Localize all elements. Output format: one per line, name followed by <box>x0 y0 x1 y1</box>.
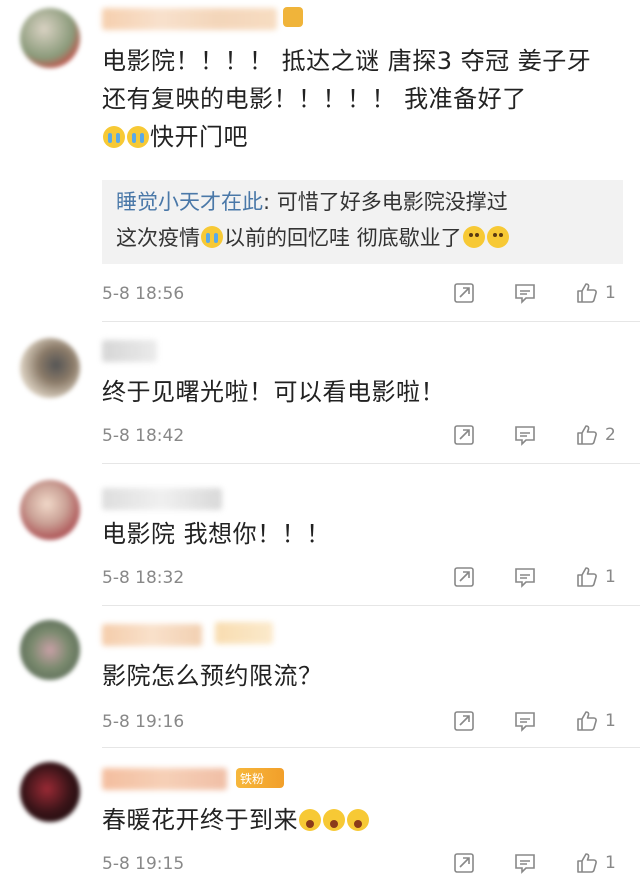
like-count: 1 <box>605 711 616 731</box>
like-count: 2 <box>605 425 616 445</box>
comment-text: 电影院！！！！ 抵达之谜 唐探3 夺冠 姜子牙 还有复映的电影！！！！！ 我准备… <box>102 47 592 151</box>
username-blurred[interactable] <box>102 340 157 362</box>
like-count: 1 <box>605 853 616 873</box>
comment-item: 电影院！！！！ 抵达之谜 唐探3 夺冠 姜子牙 还有复映的电影！！！！！ 我准备… <box>0 0 640 322</box>
comment-icon <box>515 568 535 588</box>
crying-emoji-icon <box>127 126 149 148</box>
username-blurred[interactable] <box>102 768 227 790</box>
comment-text: 影院怎么预约限流？ <box>102 662 323 690</box>
shocked-emoji-icon <box>299 809 321 831</box>
like-icon <box>577 711 597 731</box>
comment-button[interactable] <box>513 565 537 589</box>
comment-item: 铁粉 春暖花开终于到来 5-8 19:15 1 <box>0 748 640 875</box>
eye-roll-emoji-icon <box>486 226 509 248</box>
comment-text: 春暖花开终于到来 <box>102 801 622 839</box>
share-icon <box>454 425 474 445</box>
comment-button[interactable] <box>513 851 537 875</box>
shocked-emoji-icon <box>347 809 369 831</box>
username-blurred[interactable] <box>102 624 202 646</box>
comment-item: 电影院 我想你！！！ 5-8 18:32 1 <box>0 464 640 606</box>
share-icon <box>454 853 474 873</box>
share-button[interactable] <box>452 565 476 589</box>
share-icon <box>454 567 474 587</box>
like-icon <box>577 425 597 445</box>
like-button[interactable]: 1 <box>575 851 616 875</box>
comment-text: 终于见曙光啦！可以看电影啦！ <box>102 378 445 406</box>
reply-preview[interactable]: 睡觉小天才在此: 可惜了好多电影院没撑过 这次疫情 以前的回忆哇 彻底歇业了 <box>102 180 623 264</box>
avatar[interactable] <box>20 338 80 398</box>
like-count: 1 <box>605 283 616 303</box>
like-icon <box>577 567 597 587</box>
like-button[interactable]: 1 <box>575 709 616 733</box>
timestamp: 5-8 19:16 <box>102 712 185 732</box>
share-button[interactable] <box>452 281 476 305</box>
comment-button[interactable] <box>513 423 537 447</box>
share-icon <box>454 711 474 731</box>
like-button[interactable]: 1 <box>575 281 616 305</box>
timestamp: 5-8 18:32 <box>102 568 185 588</box>
crying-emoji-icon <box>201 226 223 248</box>
comment-icon <box>515 854 535 874</box>
shocked-emoji-icon <box>323 809 345 831</box>
comment-item: 影院怎么预约限流？ 5-8 19:16 1 <box>0 606 640 748</box>
comment-button[interactable] <box>513 281 537 305</box>
comment-icon <box>515 712 535 732</box>
share-button[interactable] <box>452 851 476 875</box>
username-blurred[interactable] <box>102 488 222 510</box>
like-button[interactable]: 1 <box>575 565 616 589</box>
username-blurred[interactable] <box>102 8 277 30</box>
avatar[interactable] <box>20 620 80 680</box>
like-button[interactable]: 2 <box>575 423 616 447</box>
like-icon <box>577 853 597 873</box>
timestamp: 5-8 19:15 <box>102 854 185 874</box>
timestamp: 5-8 18:42 <box>102 426 185 446</box>
comment-icon <box>515 426 535 446</box>
fan-badge: 铁粉 <box>236 768 284 788</box>
share-button[interactable] <box>452 423 476 447</box>
comment-button[interactable] <box>513 709 537 733</box>
avatar[interactable] <box>20 480 80 540</box>
member-badge-icon <box>283 7 303 27</box>
avatar[interactable] <box>20 762 80 822</box>
comment-icon <box>515 284 535 304</box>
comment-text: 电影院 我想你！！！ <box>102 520 331 548</box>
reply-author-link[interactable]: 睡觉小天才在此 <box>116 190 263 214</box>
like-icon <box>577 283 597 303</box>
share-icon <box>454 283 474 303</box>
badge-blurred <box>215 622 273 644</box>
timestamp: 5-8 18:56 <box>102 284 185 304</box>
comment-item: 终于见曙光啦！可以看电影啦！ 5-8 18:42 2 <box>0 322 640 464</box>
like-count: 1 <box>605 567 616 587</box>
eye-roll-emoji-icon <box>462 226 485 248</box>
avatar[interactable] <box>20 8 80 68</box>
crying-emoji-icon <box>103 126 125 148</box>
share-button[interactable] <box>452 709 476 733</box>
